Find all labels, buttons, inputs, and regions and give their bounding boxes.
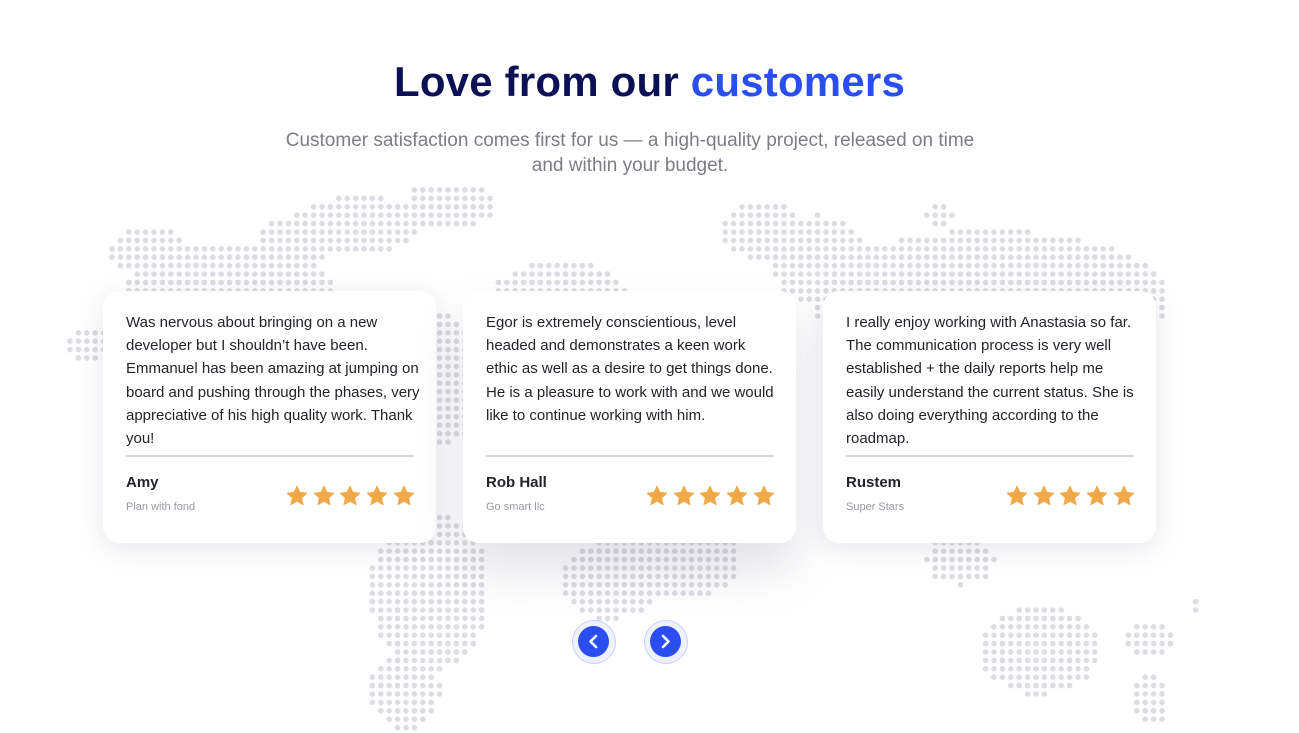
chevron-right-icon bbox=[661, 634, 670, 649]
star-icon bbox=[1006, 485, 1028, 506]
section-title: Love from our customers bbox=[0, 58, 1299, 106]
chevron-left-icon bbox=[589, 634, 598, 649]
star-icon bbox=[646, 485, 668, 506]
reviewer-name: Rustem bbox=[846, 474, 902, 491]
testimonial-quote: Egor is extremely conscientious, level h… bbox=[486, 314, 774, 424]
star-icon bbox=[1086, 485, 1108, 506]
star-icon bbox=[340, 485, 361, 506]
reviewer-company: Plan with fond bbox=[126, 501, 196, 513]
testimonial-card: Egor is extremely conscientious, level h… bbox=[463, 291, 796, 543]
reviewer-name: Amy bbox=[126, 474, 159, 491]
card-divider bbox=[846, 455, 1134, 457]
star-icon bbox=[313, 485, 334, 506]
rating-stars bbox=[1006, 485, 1136, 507]
star-icon bbox=[1033, 485, 1054, 506]
card-divider bbox=[486, 455, 774, 457]
rating-stars bbox=[286, 485, 416, 507]
star-icon bbox=[753, 485, 774, 506]
rating-stars bbox=[646, 485, 776, 507]
testimonial-card: Was nervous about bringing on a new deve… bbox=[103, 291, 436, 543]
star-icon bbox=[286, 485, 308, 506]
testimonial-card: I really enjoy working with Anastasia so… bbox=[823, 291, 1156, 543]
testimonial-quote: I really enjoy working with Anastasia so… bbox=[846, 314, 1134, 448]
section-subtitle: Customer satisfaction comes first for us… bbox=[285, 130, 975, 176]
title-main: Love from our bbox=[393, 58, 679, 105]
card-divider bbox=[126, 455, 414, 457]
star-icon bbox=[1060, 485, 1081, 506]
star-icon bbox=[700, 485, 721, 506]
star-icon bbox=[393, 485, 414, 506]
reviewer-company: Go smart llc bbox=[486, 501, 545, 513]
star-icon bbox=[1113, 485, 1134, 506]
reviewer-name: Rob Hall bbox=[486, 474, 547, 491]
star-icon bbox=[673, 485, 694, 506]
next-button[interactable] bbox=[644, 620, 688, 664]
star-icon bbox=[726, 485, 748, 506]
reviewer-company: Super Stars bbox=[846, 501, 905, 513]
title-accent: customers bbox=[690, 58, 906, 105]
previous-button[interactable] bbox=[572, 620, 616, 664]
testimonial-quote: Was nervous about bringing on a new deve… bbox=[126, 314, 420, 448]
star-icon bbox=[366, 485, 388, 506]
